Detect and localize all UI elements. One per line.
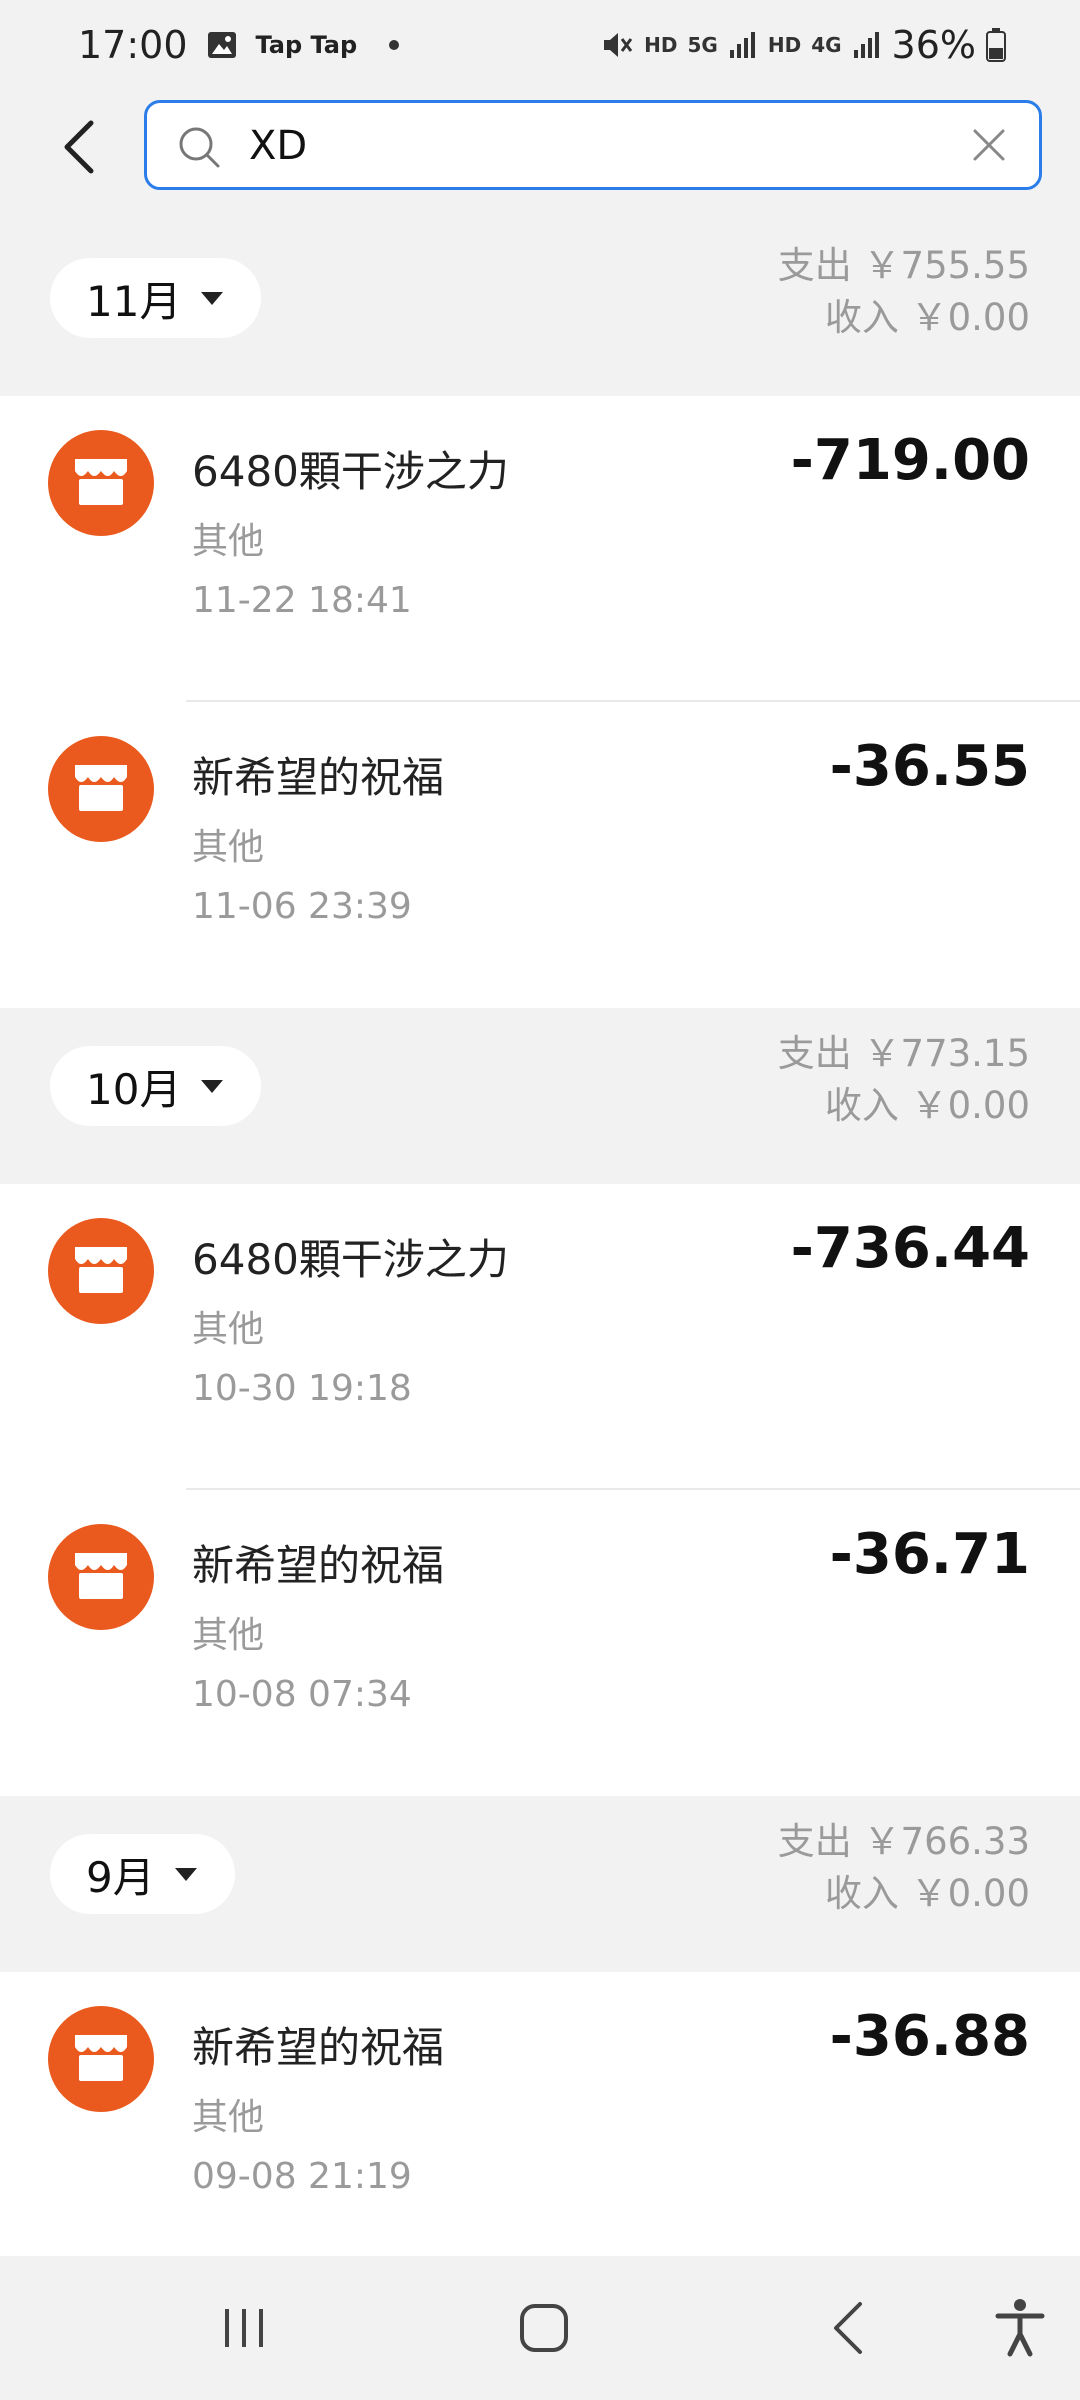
network-type-4g: 4G (811, 33, 842, 57)
mute-icon (604, 33, 633, 57)
month-income: 收入 ￥0.00 (824, 1084, 1030, 1127)
accessibility-icon (995, 2299, 1045, 2357)
transaction-category: 其他 (192, 1309, 265, 1350)
transaction-time: 11-06 23:39 (192, 886, 412, 927)
month-expense: 支出 ￥755.55 (777, 244, 1030, 287)
home-button[interactable] (508, 2292, 580, 2364)
store-icon (48, 2006, 154, 2112)
month-selector[interactable]: 11月 (50, 258, 262, 338)
transaction-category: 其他 (192, 827, 265, 868)
transaction-row[interactable]: 新希望的祝福 其他 11-06 23:39 -36.55 (0, 702, 1080, 1008)
transaction-time: 10-08 07:34 (192, 1674, 412, 1715)
signal-icon (729, 32, 755, 58)
transaction-title: 6480顆干涉之力 (192, 447, 509, 496)
caret-down-icon (201, 291, 224, 305)
transaction-list: 新希望的祝福 其他 09-08 21:19 -36.88 (0, 1972, 1080, 2256)
gallery-notification-icon (207, 32, 236, 58)
transaction-amount: -719.00 (790, 428, 1030, 493)
battery-icon (986, 28, 1006, 62)
signal-icon-2 (853, 32, 879, 58)
transaction-amount: -736.44 (790, 1216, 1030, 1281)
status-bar: 17:00 Tap Tap HD 5G HD 4G 36% (0, 0, 1080, 90)
month-selector[interactable]: 10月 (50, 1046, 262, 1126)
back-nav-button[interactable] (812, 2292, 884, 2364)
month-label: 10月 (86, 1064, 182, 1114)
network-type-5g: 5G (687, 33, 718, 57)
transaction-title: 新希望的祝福 (192, 753, 445, 802)
month-totals: 支出 ￥773.15 收入 ￥0.00 (778, 1028, 1030, 1132)
month-totals: 支出 ￥755.55 收入 ￥0.00 (778, 240, 1030, 344)
month-income: 收入 ￥0.00 (824, 1872, 1030, 1915)
back-button[interactable] (44, 112, 114, 182)
search-header (0, 96, 1080, 200)
store-icon (48, 736, 154, 842)
transaction-row[interactable]: 6480顆干涉之力 其他 11-22 18:41 -719.00 (0, 396, 1080, 702)
search-icon (179, 127, 220, 168)
month-income: 收入 ￥0.00 (824, 296, 1030, 339)
more-notifications-dot (389, 40, 400, 50)
search-input[interactable] (247, 103, 871, 189)
transaction-list: 6480顆干涉之力 其他 11-22 18:41 -719.00 新希望的祝福 … (0, 396, 1080, 1008)
hd-indicator: HD (644, 33, 678, 57)
status-right: HD 5G HD 4G 36% (598, 23, 1006, 67)
close-icon[interactable] (967, 123, 1011, 167)
transaction-amount: -36.88 (829, 2004, 1030, 2069)
transaction-list: 6480顆干涉之力 其他 10-30 19:18 -736.44 新希望的祝福 … (0, 1184, 1080, 1796)
search-box[interactable] (144, 100, 1042, 190)
transaction-title: 6480顆干涉之力 (192, 1235, 509, 1284)
month-selector[interactable]: 9月 (50, 1834, 235, 1914)
month-section-header: 9月 支出 ￥766.33 收入 ￥0.00 (0, 1796, 1080, 1972)
transaction-category: 其他 (192, 2097, 265, 2138)
system-nav-bar (0, 2256, 1080, 2400)
transaction-amount: -36.55 (829, 734, 1030, 799)
transaction-category: 其他 (192, 1615, 265, 1656)
month-section-header: 10月 支出 ￥773.15 收入 ￥0.00 (0, 1008, 1080, 1184)
month-expense: 支出 ￥773.15 (777, 1032, 1030, 1075)
transaction-category: 其他 (192, 521, 265, 562)
hd-indicator-2: HD (767, 33, 802, 57)
transaction-time: 11-22 18:41 (192, 580, 412, 621)
store-icon (48, 1218, 154, 1324)
transaction-time: 10-30 19:18 (192, 1368, 412, 1409)
transaction-time: 09-08 21:19 (192, 2156, 412, 2197)
notification-app-label: Tap Tap (255, 31, 358, 59)
home-icon (520, 2304, 568, 2352)
accessibility-button[interactable] (984, 2292, 1056, 2364)
month-section-header: 11月 支出 ￥755.55 收入 ￥0.00 (0, 220, 1080, 396)
caret-down-icon (174, 1867, 197, 1881)
transaction-row[interactable]: 6480顆干涉之力 其他 10-30 19:18 -736.44 (0, 1184, 1080, 1490)
month-label: 9月 (86, 1852, 155, 1902)
month-label: 11月 (86, 276, 182, 326)
store-icon (48, 1524, 154, 1630)
transaction-title: 新希望的祝福 (192, 1541, 445, 1590)
month-expense: 支出 ￥766.33 (777, 1820, 1030, 1863)
status-left: 17:00 Tap Tap (78, 23, 400, 67)
battery-percent: 36% (891, 23, 976, 67)
transaction-row[interactable]: 新希望的祝福 其他 10-08 07:34 -36.71 (0, 1490, 1080, 1796)
clock: 17:00 (78, 23, 188, 67)
store-icon (48, 430, 154, 536)
chevron-left-icon (64, 120, 94, 174)
transaction-row[interactable]: 新希望的祝福 其他 09-08 21:19 -36.88 (0, 1972, 1080, 2256)
back-nav-icon (834, 2302, 862, 2354)
month-totals: 支出 ￥766.33 收入 ￥0.00 (778, 1816, 1030, 1920)
recent-apps-icon (225, 2309, 263, 2347)
transaction-title: 新希望的祝福 (192, 2023, 445, 2072)
transaction-amount: -36.71 (829, 1522, 1030, 1587)
caret-down-icon (201, 1079, 224, 1093)
recent-apps-button[interactable] (208, 2292, 280, 2364)
